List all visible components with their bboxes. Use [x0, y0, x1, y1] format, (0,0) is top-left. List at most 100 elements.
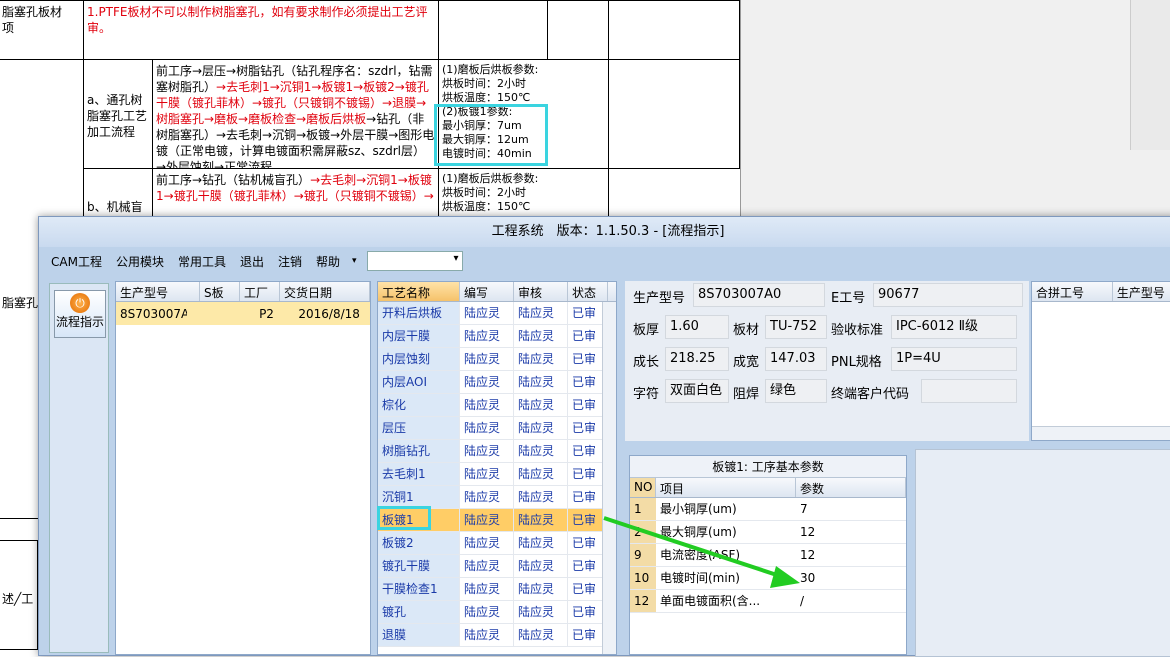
cell-author: 陆应灵: [460, 509, 514, 532]
cell-process: 树脂钻孔: [378, 440, 460, 463]
col-header-reviewer[interactable]: 审核: [514, 282, 568, 301]
cell-author: 陆应灵: [460, 601, 514, 624]
doc-cell: [608, 59, 740, 169]
table-row[interactable]: 2 最大铜厚(um) 12: [630, 521, 906, 544]
menu-logout[interactable]: 注销: [276, 251, 304, 272]
selected-process-highlight: [377, 506, 431, 530]
params-rows: 1 最小铜厚(um) 7 2 最大铜厚(um) 12 9 电流密度(ASF) 12 10 电镀时间(…: [630, 498, 906, 613]
cell-reviewer: 陆应灵: [514, 463, 568, 486]
field-solder-mask[interactable]: 绿色: [765, 379, 827, 403]
doc-text: 前工序→钻孔（钻机械盲孔）: [156, 173, 311, 187]
menu-tools[interactable]: 常用工具: [176, 251, 228, 272]
params-header: NO 项目 参数: [630, 478, 906, 498]
flow-button-label: 流程指示: [55, 315, 104, 329]
menu-cam[interactable]: CAM工程: [49, 251, 104, 272]
merge-header: 合拼工号 生产型号: [1032, 282, 1170, 302]
table-row[interactable]: 12 单面电镀面积(含... /: [630, 590, 906, 613]
cell-author: 陆应灵: [460, 348, 514, 371]
cell-value: /: [796, 590, 906, 613]
doc-text: (1)磨板后烘板参数:: [442, 172, 539, 185]
cell-process: 层压: [378, 417, 460, 440]
field-thickness[interactable]: 1.60: [665, 315, 729, 339]
col-header-status[interactable]: 状态: [568, 282, 608, 301]
menu-public-module[interactable]: 公用模块: [114, 251, 166, 272]
field-legend-ink[interactable]: 双面白色: [665, 379, 729, 403]
table-row[interactable]: 板镀2 陆应灵 陆应灵 已审: [378, 532, 616, 555]
field-length[interactable]: 218.25: [665, 347, 729, 371]
field-standard[interactable]: IPC-6012 Ⅱ级: [891, 315, 1017, 339]
doc-text: 烘板温度：150℃: [442, 91, 531, 104]
table-row[interactable]: 8S703007A0 P2 2016/8/18: [116, 302, 370, 325]
label-standard: 验收标准: [831, 323, 884, 338]
col-header-merge-model[interactable]: 生产型号: [1113, 282, 1170, 301]
col-header-s-board[interactable]: S板: [200, 282, 240, 301]
vertical-ruler: [1130, 0, 1170, 150]
cell-author: 陆应灵: [460, 440, 514, 463]
col-header-merge-no[interactable]: 合拼工号: [1032, 282, 1113, 301]
cell-reviewer: 陆应灵: [514, 624, 568, 647]
menu-help[interactable]: 帮助: [314, 251, 342, 272]
field-material[interactable]: TU-752: [765, 315, 827, 339]
table-row[interactable]: 干膜检查1 陆应灵 陆应灵 已审: [378, 578, 616, 601]
table-row[interactable]: 镀孔 陆应灵 陆应灵 已审: [378, 601, 616, 624]
col-header-process[interactable]: 工艺名称: [378, 282, 460, 301]
cell-reviewer: 陆应灵: [514, 302, 568, 325]
label-width: 成宽: [733, 355, 760, 370]
cell-item: 单面电镀面积(含...: [656, 590, 796, 613]
field-width[interactable]: 147.03: [765, 347, 827, 371]
cell-process: 干膜检查1: [378, 578, 460, 601]
col-header-no[interactable]: NO: [630, 478, 656, 497]
table-row[interactable]: 树脂钻孔 陆应灵 陆应灵 已审: [378, 440, 616, 463]
doc-cell-bottomleft: 述╱工: [0, 540, 38, 650]
chevron-down-icon[interactable]: ▾: [352, 256, 357, 266]
table-row[interactable]: 9 电流密度(ASF) 12: [630, 544, 906, 567]
field-pnl[interactable]: 1P=4U: [891, 347, 1017, 371]
table-row[interactable]: 内层AOI 陆应灵 陆应灵 已审: [378, 371, 616, 394]
table-row[interactable]: 1 最小铜厚(um) 7: [630, 498, 906, 521]
field-e-no[interactable]: 90677: [873, 283, 1023, 307]
process-scrollbar[interactable]: [602, 302, 616, 654]
table-row[interactable]: 退膜 陆应灵 陆应灵 已审: [378, 624, 616, 647]
cell-reviewer: 陆应灵: [514, 601, 568, 624]
cell-model: 8S703007A0: [120, 306, 187, 321]
cell-process: 镀孔干膜: [378, 555, 460, 578]
table-row[interactable]: 去毛刺1 陆应灵 陆应灵 已审: [378, 463, 616, 486]
cell-value: 7: [796, 498, 906, 521]
cell-reviewer: 陆应灵: [514, 394, 568, 417]
table-row[interactable]: 内层蚀刻 陆应灵 陆应灵 已审: [378, 348, 616, 371]
col-header-author[interactable]: 编写: [460, 282, 514, 301]
cell-author: 陆应灵: [460, 578, 514, 601]
process-header: 工艺名称 编写 审核 状态: [378, 282, 616, 302]
label-pnl: PNL规格: [831, 355, 882, 370]
doc-note-ptfe: 1.PTFE板材不可以制作树脂塞孔，如有要求制作必须提出工艺评审。: [83, 0, 439, 60]
col-header-model[interactable]: 生产型号: [116, 282, 200, 301]
table-row[interactable]: 棕化 陆应灵 陆应灵 已审: [378, 394, 616, 417]
field-customer-code[interactable]: [921, 379, 1017, 403]
table-row[interactable]: 10 电镀时间(min) 30: [630, 567, 906, 590]
doc-text: 脂塞孔板材: [2, 5, 63, 19]
flow-indicator-button[interactable]: ⏻ 流程指示: [54, 290, 106, 338]
params-table: 板镀1: 工序基本参数 NO 项目 参数 1 最小铜厚(um) 7 2 最大铜厚(um)…: [629, 455, 907, 655]
cell-item: 最大铜厚(um): [656, 521, 796, 544]
cell-value: 30: [796, 567, 906, 590]
col-header-value[interactable]: 参数: [796, 478, 906, 497]
table-row[interactable]: 镀孔干膜 陆应灵 陆应灵 已审: [378, 555, 616, 578]
merge-table: 合拼工号 生产型号: [1031, 281, 1170, 441]
col-header-factory[interactable]: 工厂: [240, 282, 280, 301]
cell-date: 2016/8/18: [298, 306, 360, 321]
cell-reviewer: 陆应灵: [514, 509, 568, 532]
field-model[interactable]: 8S703007A0: [693, 283, 825, 307]
table-row[interactable]: 开料后烘板 陆应灵 陆应灵 已审: [378, 302, 616, 325]
table-row[interactable]: 层压 陆应灵 陆应灵 已审: [378, 417, 616, 440]
merge-scrollbar[interactable]: [1032, 426, 1170, 440]
col-header-item[interactable]: 项目: [656, 478, 796, 497]
label-e-no: E工号: [831, 291, 866, 306]
info-panel: 生产型号 8S703007A0 E工号 90677 板厚 1.60 板材 TU-…: [625, 281, 1029, 441]
cell-process: 内层蚀刻: [378, 348, 460, 371]
label-thickness: 板厚: [633, 323, 660, 338]
menu-exit[interactable]: 退出: [238, 251, 266, 272]
table-row[interactable]: 内层干膜 陆应灵 陆应灵 已审: [378, 325, 616, 348]
orders-table: 生产型号 S板 工厂 交货日期 8S703007A0 P2 2016/8/18: [115, 281, 371, 655]
col-header-date[interactable]: 交货日期: [280, 282, 370, 301]
toolbar-combobox[interactable]: [366, 251, 463, 271]
